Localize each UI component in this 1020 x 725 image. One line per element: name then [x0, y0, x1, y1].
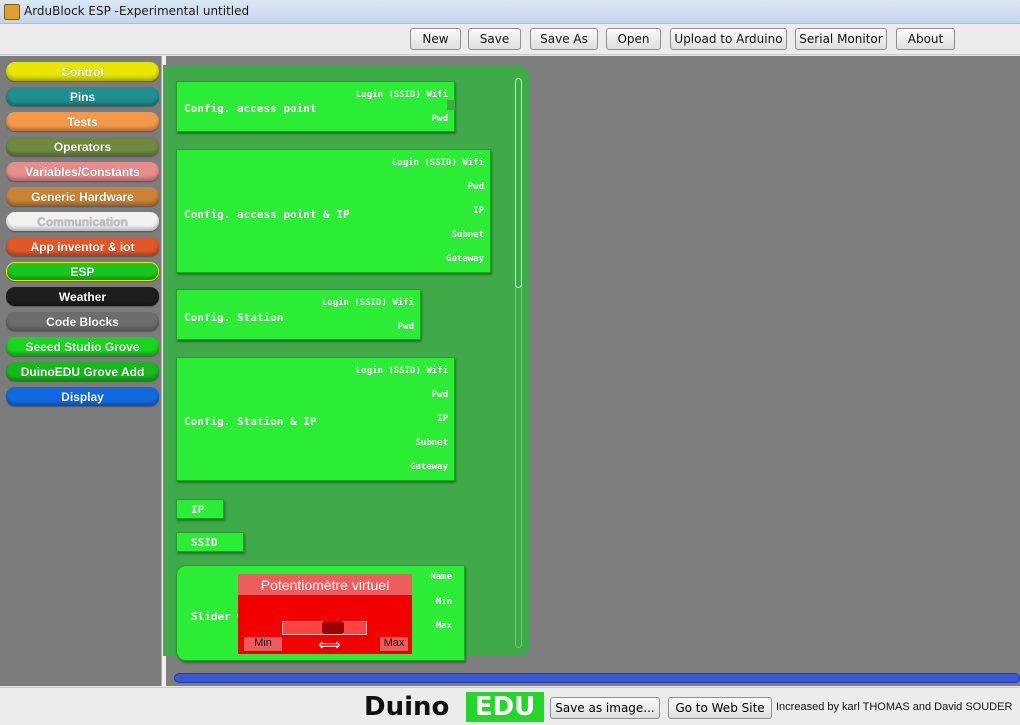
slider-knob: [322, 621, 344, 634]
save-as-image-button[interactable]: Save as image...: [550, 697, 660, 719]
socket-label: Login (SSID) Wifi: [355, 90, 448, 100]
socket-label: Pwd: [397, 322, 414, 332]
socket-label: Gateway: [410, 462, 448, 472]
open-button[interactable]: Open: [606, 28, 661, 50]
credits-text: Increased by karl THOMAS and David SOUDE…: [776, 701, 1013, 713]
edu-logo-text: EDU: [466, 692, 544, 722]
about-button[interactable]: About: [896, 28, 955, 50]
block-label: Config. access point: [184, 102, 317, 115]
socket-label: Name: [430, 572, 452, 582]
block-ssid[interactable]: SSID: [176, 532, 244, 552]
duino-logo-text: Duino: [364, 692, 450, 722]
socket-label: Pwd: [431, 114, 448, 124]
socket-label: Subnet: [415, 438, 448, 448]
block-label: Config. access point & IP: [184, 208, 350, 221]
socket-label: Login (SSID) Wifi: [391, 158, 484, 168]
max-label: Max: [380, 637, 408, 651]
socket-label: Subnet: [451, 230, 484, 240]
socket-label: Pwd: [467, 182, 484, 192]
new-button[interactable]: New: [410, 28, 461, 50]
socket-label: Login (SSID) Wifi: [321, 298, 414, 308]
block-label: IP: [191, 503, 205, 516]
block-label: SSID: [191, 536, 218, 549]
socket-label: Login (SSID) Wifi: [355, 366, 448, 376]
footer-bar: Duino EDU Save as image... Go to Web Sit…: [0, 687, 1020, 725]
socket-label: IP: [437, 414, 448, 424]
category-generic-hardware[interactable]: Generic Hardware: [6, 187, 159, 206]
min-label: Min: [244, 637, 282, 651]
potentiometer-title: Potentiomètre virtuel: [238, 574, 412, 595]
category-display[interactable]: Display: [6, 387, 159, 406]
block-config-access-point-ip[interactable]: Config. access point & IP Login (SSID) W…: [176, 149, 491, 273]
block-config-access-point[interactable]: Config. access point Login (SSID) Wifi P…: [176, 81, 455, 132]
toolbar: New Save Save As Open Upload to Arduino …: [0, 24, 1020, 55]
upload-to-arduino-button[interactable]: Upload to Arduino: [670, 28, 787, 50]
category-pins[interactable]: Pins: [6, 87, 159, 106]
category-app-inventor-iot[interactable]: App inventor & iot: [6, 237, 159, 256]
block-config-station-ip[interactable]: Config. Station & IP Login (SSID) Wifi P…: [176, 357, 455, 481]
category-duinoedu-grove-add[interactable]: DuinoEDU Grove Add: [6, 362, 159, 381]
socket-label: IP: [473, 206, 484, 216]
category-communication[interactable]: Communication: [6, 212, 159, 231]
category-sidebar: Control Pins Tests Operators Variables/C…: [0, 56, 161, 686]
title-bar: ArduBlock ESP -Experimental untitled: [0, 0, 1020, 24]
socket-label: Pwd: [431, 390, 448, 400]
category-weather[interactable]: Weather: [6, 287, 159, 306]
left-right-arrow-icon: ⟺: [318, 637, 341, 654]
category-seeed-studio-grove[interactable]: Seeed Studio Grove: [6, 337, 159, 356]
save-button[interactable]: Save: [468, 28, 521, 50]
socket-label: Gateway: [446, 254, 484, 264]
window-title: ArduBlock ESP -Experimental untitled: [24, 4, 250, 18]
block-label: Config. Station: [184, 311, 284, 324]
virtual-potentiometer-image: Potentiomètre virtuel Min Max ⟺: [238, 574, 412, 654]
block-config-station[interactable]: Config. Station Login (SSID) Wifi Pwd: [176, 289, 421, 340]
category-control[interactable]: Control: [6, 62, 159, 81]
palette-scrollbar-thumb[interactable]: [515, 78, 522, 288]
serial-monitor-button[interactable]: Serial Monitor: [795, 28, 887, 50]
category-code-blocks[interactable]: Code Blocks: [6, 312, 159, 331]
java-app-icon: [4, 4, 20, 20]
block-label: Config. Station & IP: [184, 415, 317, 428]
category-esp[interactable]: ESP: [6, 262, 159, 281]
category-operators[interactable]: Operators: [6, 137, 159, 156]
category-variables-constants[interactable]: Variables/Constants: [6, 162, 159, 181]
save-as-button[interactable]: Save As: [530, 28, 598, 50]
socket-label: Max: [435, 621, 452, 631]
socket-label: Min: [435, 597, 452, 607]
block-ip[interactable]: IP: [176, 499, 224, 519]
category-tests[interactable]: Tests: [6, 112, 159, 131]
workspace-horizontal-scrollbar[interactable]: [174, 673, 1020, 683]
go-to-web-site-button[interactable]: Go to Web Site: [668, 697, 772, 719]
socket-notch: [447, 100, 455, 110]
